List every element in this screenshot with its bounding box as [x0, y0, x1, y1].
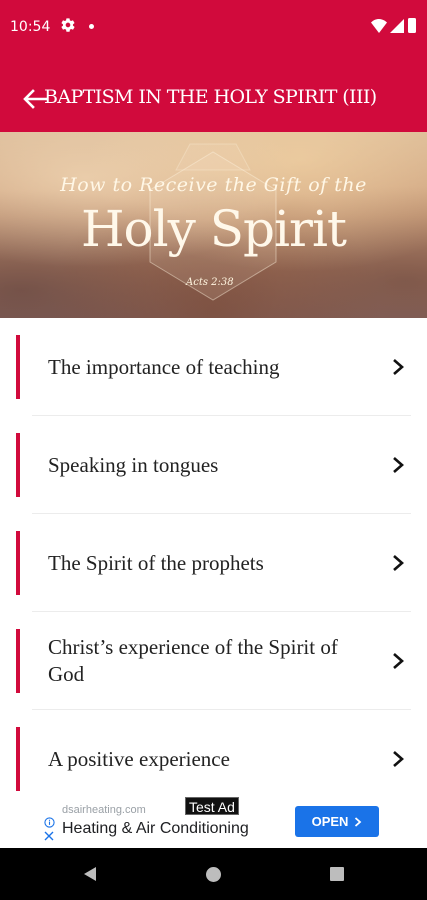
list-item-label: The importance of teaching — [48, 354, 280, 379]
banner-title: Holy Spirit — [80, 200, 347, 258]
status-bar: 10:54 — [0, 0, 427, 56]
banner-subtitle: How to Receive the Gift of the — [60, 174, 367, 196]
signal-icon — [390, 19, 404, 33]
accent-bar — [16, 335, 20, 399]
wifi-icon — [371, 19, 387, 33]
open-button[interactable]: OPEN — [295, 806, 379, 837]
system-nav-bar — [0, 848, 427, 900]
banner-reference: Acts 2:38 — [186, 277, 234, 288]
accent-bar — [16, 629, 20, 693]
notification-dot-icon — [89, 24, 94, 29]
status-time: 10:54 — [10, 19, 51, 35]
back-triangle-icon[interactable] — [82, 866, 98, 882]
ad-domain: dsairheating.com — [62, 804, 146, 816]
test-ad-badge: Test Ad — [185, 797, 239, 815]
gear-icon — [61, 18, 75, 32]
home-circle-icon[interactable] — [206, 867, 221, 882]
ad-headline: Heating & Air Conditioning — [62, 820, 249, 837]
header: 10:54 BAPTISM IN THE HOLY SPIRIT (III) — [0, 0, 427, 132]
ad-banner[interactable]: dsairheating.com Test Ad Heating & Air C… — [38, 794, 389, 846]
accent-bar — [16, 727, 20, 791]
list-item-spirit-of-prophets[interactable]: The Spirit of the prophets — [0, 514, 427, 612]
accent-bar — [16, 433, 20, 497]
ad-info-icon[interactable] — [44, 817, 55, 828]
chevron-right-icon — [393, 359, 404, 375]
chevron-right-icon — [355, 816, 362, 827]
list-item-christs-experience[interactable]: Christ’s experience of the Spirit of God — [0, 612, 427, 710]
page-title: BAPTISM IN THE HOLY SPIRIT (III) — [44, 86, 377, 108]
list-item-speaking-in-tongues[interactable]: Speaking in tongues — [0, 416, 427, 514]
header-banner-image: How to Receive the Gift of the Holy Spir… — [0, 132, 427, 318]
chevron-right-icon — [393, 555, 404, 571]
chevron-right-icon — [393, 751, 404, 767]
chevron-right-icon — [393, 457, 404, 473]
recents-square-icon[interactable] — [330, 867, 344, 881]
open-button-label: OPEN — [311, 814, 349, 829]
chevron-right-icon — [393, 653, 404, 669]
list-item-label: Christ’s experience of the Spirit of God — [48, 635, 338, 686]
battery-icon — [408, 18, 416, 33]
list-item-label: The Spirit of the prophets — [48, 550, 264, 575]
accent-bar — [16, 531, 20, 595]
list-item-label: Speaking in tongues — [48, 452, 219, 477]
app-bar: BAPTISM IN THE HOLY SPIRIT (III) — [0, 56, 427, 132]
close-icon[interactable] — [44, 831, 54, 841]
list-item-importance-of-teaching[interactable]: The importance of teaching — [0, 318, 427, 416]
